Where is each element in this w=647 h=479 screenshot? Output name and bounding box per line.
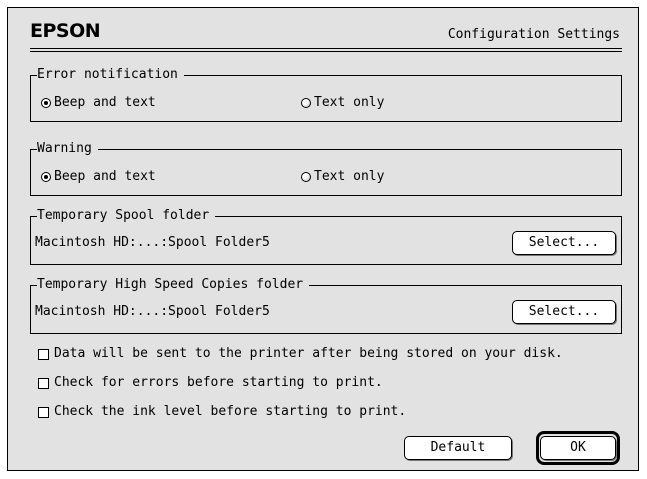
spool-folder-path: Macintosh HD:...:Spool Folder5 — [35, 235, 270, 250]
epson-logo: EPSON — [30, 20, 101, 42]
checkbox-label: Data will be sent to the printer after b… — [54, 346, 563, 361]
dialog-title: Configuration Settings — [447, 27, 620, 42]
spool-folder-group: Temporary Spool folder Macintosh HD:...:… — [30, 207, 622, 265]
error-notification-legend: Error notification — [37, 66, 184, 84]
radio-label: Text only — [314, 95, 385, 110]
radio-label: Beep and text — [54, 95, 156, 110]
error-text-only-radio[interactable]: Text only — [301, 95, 384, 111]
store-on-disk-checkbox[interactable]: Data will be sent to the printer after b… — [38, 346, 563, 362]
checkbox-label: Check the ink level before starting to p… — [54, 404, 407, 419]
radio-label: Beep and text — [54, 169, 156, 184]
ok-button[interactable]: OK — [540, 436, 616, 460]
warning-legend: Warning — [37, 140, 98, 158]
check-errors-checkbox[interactable]: Check for errors before starting to prin… — [38, 375, 383, 391]
checkbox-icon — [38, 377, 49, 389]
radio-selected-icon — [41, 98, 51, 108]
radio-label: Text only — [314, 169, 385, 184]
spool-select-button[interactable]: Select... — [512, 231, 616, 255]
radio-unselected-icon — [301, 98, 311, 108]
warning-text-only-radio[interactable]: Text only — [301, 169, 384, 185]
title-rule-top — [30, 48, 622, 49]
checkbox-icon — [38, 406, 49, 418]
copies-folder-group: Temporary High Speed Copies folder Macin… — [30, 276, 622, 334]
checkbox-label: Check for errors before starting to prin… — [54, 375, 383, 390]
error-notification-group: Error notification Beep and text Text on… — [30, 66, 622, 122]
copies-folder-path: Macintosh HD:...:Spool Folder5 — [35, 304, 270, 319]
checkbox-icon — [38, 348, 49, 360]
error-beep-and-text-radio[interactable]: Beep and text — [41, 95, 156, 111]
default-button[interactable]: Default — [404, 436, 512, 460]
spool-folder-legend: Temporary Spool folder — [37, 207, 216, 225]
warning-group: Warning Beep and text Text only — [30, 140, 622, 196]
copies-select-button[interactable]: Select... — [512, 300, 616, 324]
radio-unselected-icon — [301, 172, 311, 182]
check-ink-level-checkbox[interactable]: Check the ink level before starting to p… — [38, 404, 406, 420]
title-rule-bottom — [30, 51, 622, 52]
copies-folder-legend: Temporary High Speed Copies folder — [37, 276, 310, 294]
warning-beep-and-text-radio[interactable]: Beep and text — [41, 169, 156, 185]
radio-selected-icon — [41, 172, 51, 182]
configuration-settings-dialog: EPSON Configuration Settings Error notif… — [7, 7, 639, 471]
